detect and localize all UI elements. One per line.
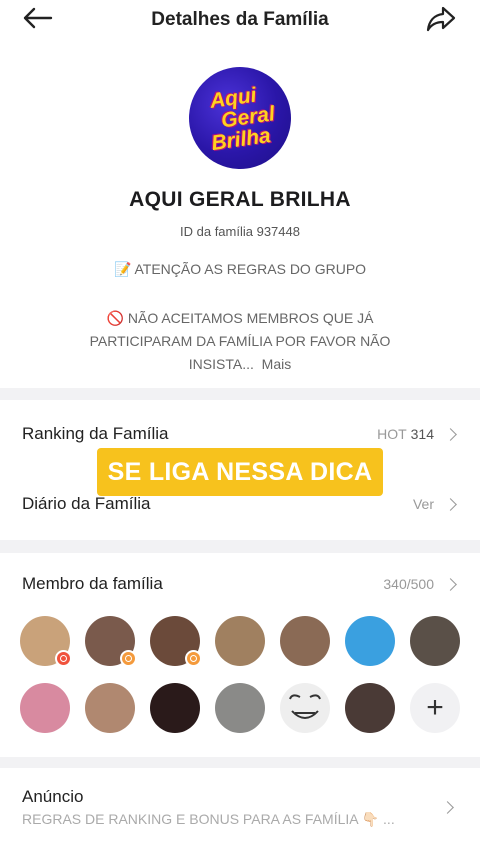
admin-badge-icon	[120, 650, 137, 667]
member-avatar[interactable]	[345, 616, 395, 666]
share-button[interactable]	[424, 3, 458, 35]
page-title: Detalhes da Família	[151, 9, 329, 30]
ranking-value: HOT 314	[377, 426, 458, 442]
member-avatar[interactable]	[280, 616, 330, 666]
member-avatar[interactable]	[85, 616, 137, 667]
top-bar: Detalhes da Família	[0, 0, 480, 40]
member-avatar[interactable]	[20, 683, 70, 733]
family-info-card: Aqui Geral Brilha AQUI GERAL BRILHA ID d…	[0, 40, 480, 388]
member-avatar[interactable]	[215, 616, 265, 666]
add-member-button[interactable]: +	[410, 683, 460, 733]
more-link[interactable]: Mais	[262, 356, 292, 372]
members-card: Membro da família 340/500 +	[0, 553, 480, 757]
member-avatar[interactable]	[150, 616, 202, 667]
share-icon	[426, 6, 456, 32]
overlay-caption: SE LIGA NESSA DICA	[97, 448, 383, 496]
desc-line-3-wrap: INSISTA... Mais	[60, 353, 420, 376]
ranking-label: Ranking da Família	[22, 424, 169, 443]
family-notice: 📝 ATENÇÃO AS REGRAS DO GRUPO	[113, 261, 367, 277]
hot-label: HOT	[377, 426, 407, 442]
hot-value: 314	[410, 426, 434, 442]
member-avatar[interactable]	[280, 683, 330, 733]
announcement-title: Anúncio	[22, 787, 84, 806]
chevron-right-icon	[444, 427, 457, 441]
announcement-card[interactable]: Anúncio REGRAS DE RANKING E BONUS PARA A…	[0, 768, 480, 854]
desc-line-3: INSISTA...	[188, 356, 254, 372]
plus-icon: +	[426, 691, 444, 724]
ranking-row[interactable]: Ranking da Família HOT 314	[22, 422, 458, 446]
members-label: Membro da família	[22, 574, 163, 593]
desc-line-1: 🚫 NÃO ACEITAMOS MEMBROS QUE JÁ	[106, 310, 374, 326]
member-avatar[interactable]	[150, 683, 200, 733]
diary-action: Ver	[412, 496, 434, 512]
member-avatar[interactable]	[85, 683, 135, 733]
logo-text-3: Brilha	[209, 123, 273, 155]
host-badge-icon	[55, 650, 72, 667]
members-value: 340/500	[383, 576, 458, 592]
member-avatar[interactable]	[410, 616, 460, 666]
member-avatar[interactable]	[215, 683, 265, 733]
family-description: 🚫 NÃO ACEITAMOS MEMBROS QUE JÁ PARTICIPA…	[60, 307, 420, 376]
members-row[interactable]: Membro da família 340/500	[22, 572, 458, 596]
family-name: AQUI GERAL BRILHA	[129, 188, 351, 211]
troll-face-icon	[289, 694, 321, 719]
announcement-text: REGRAS DE RANKING E BONUS PARA AS FAMÍLI…	[22, 811, 395, 827]
member-avatar[interactable]	[20, 616, 72, 667]
desc-line-2: PARTICIPARAM DA FAMÍLIA POR FAVOR NÃO	[89, 333, 391, 349]
admin-badge-icon	[185, 650, 202, 667]
chevron-right-icon	[441, 801, 454, 814]
arrow-left-icon	[23, 7, 53, 29]
back-button[interactable]	[18, 3, 56, 33]
chevron-right-icon	[444, 497, 457, 511]
diary-value: Ver	[413, 496, 458, 512]
family-logo: Aqui Geral Brilha	[182, 60, 298, 176]
members-count: 340/500	[383, 576, 434, 592]
chevron-right-icon	[444, 577, 457, 591]
family-id: ID da família 937448	[180, 224, 300, 239]
member-avatar[interactable]	[345, 683, 395, 733]
diary-label: Diário da Família	[22, 494, 151, 513]
